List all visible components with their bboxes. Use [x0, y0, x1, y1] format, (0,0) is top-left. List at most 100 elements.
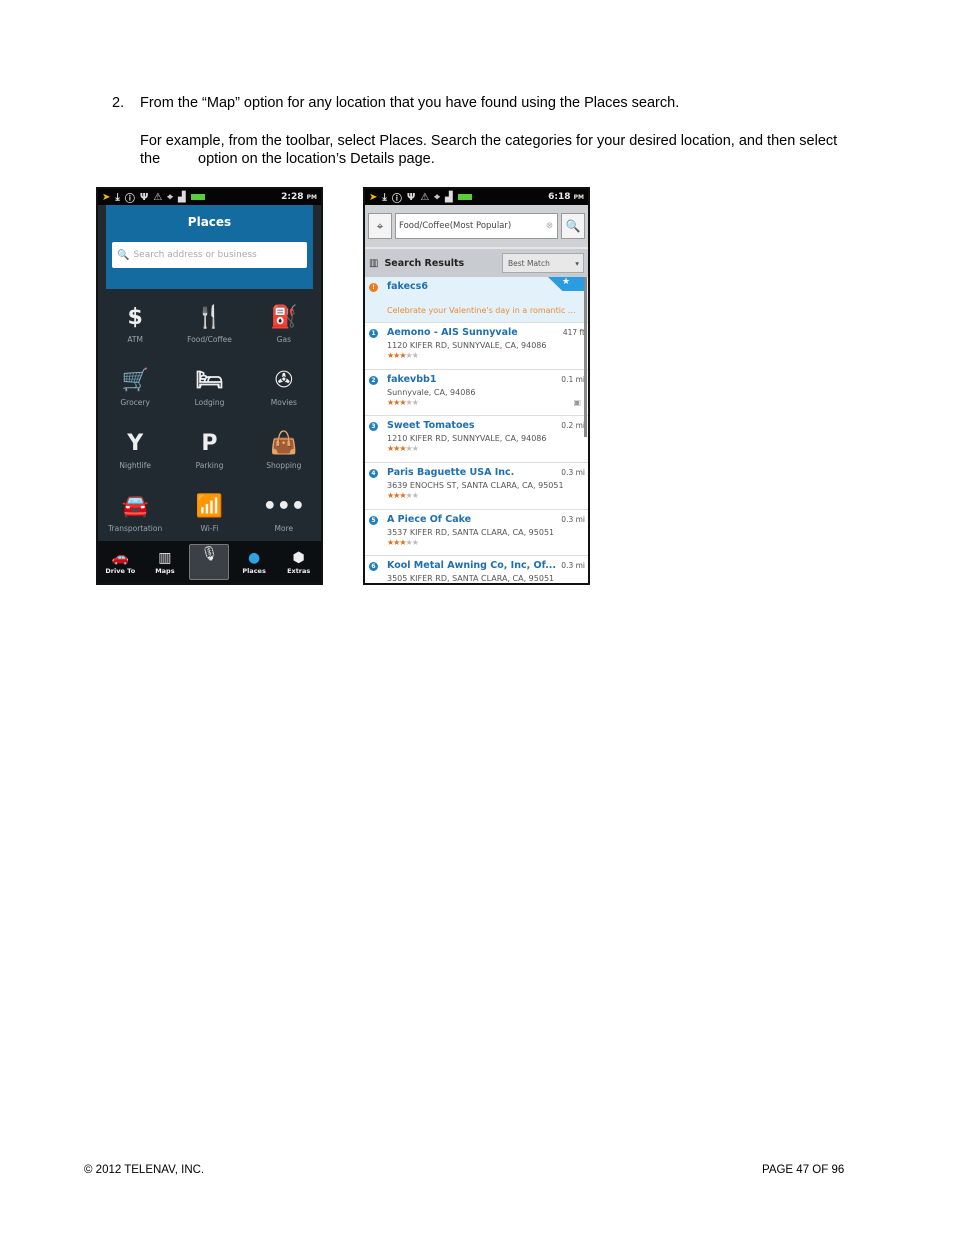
category-atm[interactable]: $ ATM: [98, 295, 172, 358]
rating-stars: ★★★★★: [387, 444, 588, 453]
rating-stars: ★★★★★: [387, 584, 588, 585]
status-bar: ➤ ⤓ ⓘ Ψ ⚠ ⌖ ▟ 2:28 PM: [98, 189, 321, 205]
shopping-bag-icon: 👜: [270, 431, 298, 456]
result-number-badge: 2: [369, 375, 378, 385]
gps-icon: ⌖: [434, 191, 440, 203]
wifi-icon: 📶: [195, 494, 224, 519]
category-movies[interactable]: ✇ Movies: [247, 358, 321, 421]
map-icon[interactable]: ▥: [369, 258, 378, 269]
category-nightlife[interactable]: Y Nightlife: [98, 421, 172, 484]
category-label: ATM: [127, 335, 143, 344]
category-label: Lodging: [194, 398, 225, 407]
result-number-badge: 4: [369, 469, 378, 479]
scrollbar[interactable]: [584, 277, 587, 437]
result-distance: 0.3 mi: [561, 514, 585, 524]
search-input[interactable]: 🔍 Search address or business: [112, 242, 307, 268]
category-label: Nightlife: [119, 461, 151, 470]
search-placeholder: Search address or business: [133, 250, 257, 260]
nav-places[interactable]: ● Places: [234, 549, 274, 575]
step-number: 2.: [112, 95, 125, 111]
result-name: fakevbb1: [387, 373, 437, 385]
sort-select[interactable]: Best Match ▾: [502, 253, 584, 273]
info-icon: ⓘ: [391, 193, 402, 205]
promo-text: Celebrate your Valentine's day in a roma…: [387, 306, 576, 315]
example-line-2b: option on the location’s Details page.: [198, 151, 435, 167]
list-item[interactable]: 3 Sweet Tomatoes 0.2 mi 1210 KIFER RD, SUNN…: [365, 416, 588, 464]
search-value: Food/Coffee(Most Popular): [399, 221, 512, 231]
result-address: 1120 KIFER RD, SUNNYVALE, CA, 94086: [387, 341, 547, 350]
list-item[interactable]: 4 Paris Baguette USA Inc. 0.3 mi 3639 ENOCH…: [365, 463, 588, 510]
category-food-coffee[interactable]: 🍴 Food/Coffee: [172, 295, 246, 358]
car-icon: 🚗: [111, 550, 130, 566]
usb-icon: Ψ: [406, 191, 416, 203]
category-label: Movies: [270, 398, 297, 407]
gps-icon: ⌖: [167, 191, 173, 203]
category-shopping[interactable]: 👜 Shopping: [247, 421, 321, 484]
signal-icon: ▟: [444, 191, 453, 203]
category-parking[interactable]: P Parking: [172, 421, 246, 484]
nav-voice[interactable]: 🎙: [189, 544, 230, 580]
category-grocery[interactable]: 🛒 Grocery: [98, 358, 172, 421]
search-button[interactable]: 🔍: [561, 213, 585, 239]
result-name: fakecs6: [387, 281, 428, 292]
step-text: From the “Map” option for any location t…: [140, 95, 680, 111]
parking-icon: P: [201, 431, 218, 456]
example-line-2a: the: [140, 151, 161, 167]
nav-label: Places: [242, 567, 266, 575]
warning-icon: ⚠: [420, 191, 430, 203]
usb-icon: Ψ: [139, 191, 149, 203]
bottom-nav: 🚗 Drive To ▥ Maps 🎙 ● Places ⬢ Extras: [98, 541, 321, 583]
bed-icon: 🛏: [195, 368, 224, 393]
list-item[interactable]: 6 Kool Metal Awning Co, Inc, Of... 0.3 mi 3…: [365, 556, 588, 585]
star-icon: ★: [399, 584, 405, 585]
warning-icon: ⚠: [153, 191, 163, 203]
list-item[interactable]: 2 fakevbb1 0.1 mi Sunnyvale, CA, 94086 ★★★★★…: [365, 370, 588, 417]
result-distance: 0.1 mi: [561, 374, 585, 384]
result-number-badge: 3: [369, 422, 378, 432]
nav-extras[interactable]: ⬢ Extras: [279, 549, 319, 575]
category-transportation[interactable]: 🚘 Transportation: [98, 484, 172, 547]
film-reel-icon: ✇: [274, 368, 294, 393]
nav-label: Drive To: [105, 567, 136, 575]
list-item[interactable]: 5 A Piece Of Cake 0.3 mi 3537 KIFER RD, SAN…: [365, 510, 588, 557]
pin-icon: ●: [247, 550, 261, 566]
sponsored-badge-icon: !: [369, 283, 378, 292]
nav-maps[interactable]: ▥ Maps: [145, 549, 185, 575]
category-lodging[interactable]: 🛏 Lodging: [172, 358, 246, 421]
result-address: Sunnyvale, CA, 94086: [387, 387, 476, 397]
result-name: Sweet Tomatoes: [387, 420, 475, 432]
map-icon: ▥: [158, 550, 172, 566]
car-icon: 🚘: [121, 494, 149, 519]
rating-stars: ★★★★★: [387, 351, 588, 360]
info-icon: ⓘ: [124, 193, 135, 205]
star-icon: ★: [411, 537, 419, 547]
list-item[interactable]: 1 Aemono - AIS Sunnyvale 417 ft 1120 KIFER …: [365, 323, 588, 370]
footer-copyright: © 2012 TELENAV, INC.: [84, 1164, 205, 1176]
location-button[interactable]: ⌖: [368, 213, 392, 239]
places-header: Places 🔍 Search address or business: [106, 205, 313, 289]
search-icon: 🔍: [565, 219, 581, 233]
category-grid: $ ATM 🍴 Food/Coffee ⛽ Gas 🛒 Grocery 🛏 Lodging ✇ Mov…: [98, 289, 321, 547]
sponsored-result[interactable]: ! fakecs6 ★ Celebrate your Valentine's d…: [365, 277, 588, 323]
result-address: 1210 KIFER RD, SUNNYVALE, CA, 94086: [387, 434, 547, 444]
category-gas[interactable]: ⛽ Gas: [247, 295, 321, 358]
star-icon: ★: [411, 351, 419, 360]
status-bar: ➤ ⤓ ⓘ Ψ ⚠ ⌖ ▟ 6:18 PM: [365, 189, 588, 205]
battery-icon: [457, 194, 472, 200]
sort-value: Best Match: [508, 258, 550, 268]
coupon-icon: ▣: [573, 397, 581, 407]
category-more[interactable]: ••• More: [247, 484, 321, 547]
clear-icon[interactable]: ⊗: [546, 221, 553, 231]
result-number-badge: 5: [369, 515, 378, 525]
category-label: Wi-Fi: [200, 524, 219, 533]
category-label: Food/Coffee: [187, 335, 232, 344]
search-toolbar: ⌖ Food/Coffee(Most Popular) ⊗ 🔍: [365, 205, 588, 247]
result-distance: 0.3 mi: [561, 468, 585, 478]
crosshair-icon: ⌖: [376, 218, 384, 233]
nav-drive-to[interactable]: 🚗 Drive To: [100, 549, 140, 575]
category-search-input[interactable]: Food/Coffee(Most Popular) ⊗: [395, 213, 558, 239]
category-wi-fi[interactable]: 📶 Wi-Fi: [172, 484, 246, 547]
download-icon: ⤓: [115, 191, 120, 203]
result-address: 3639 ENOCHS ST, SANTA CLARA, CA, 95051: [387, 481, 564, 491]
chevron-down-icon: ▾: [575, 258, 579, 268]
